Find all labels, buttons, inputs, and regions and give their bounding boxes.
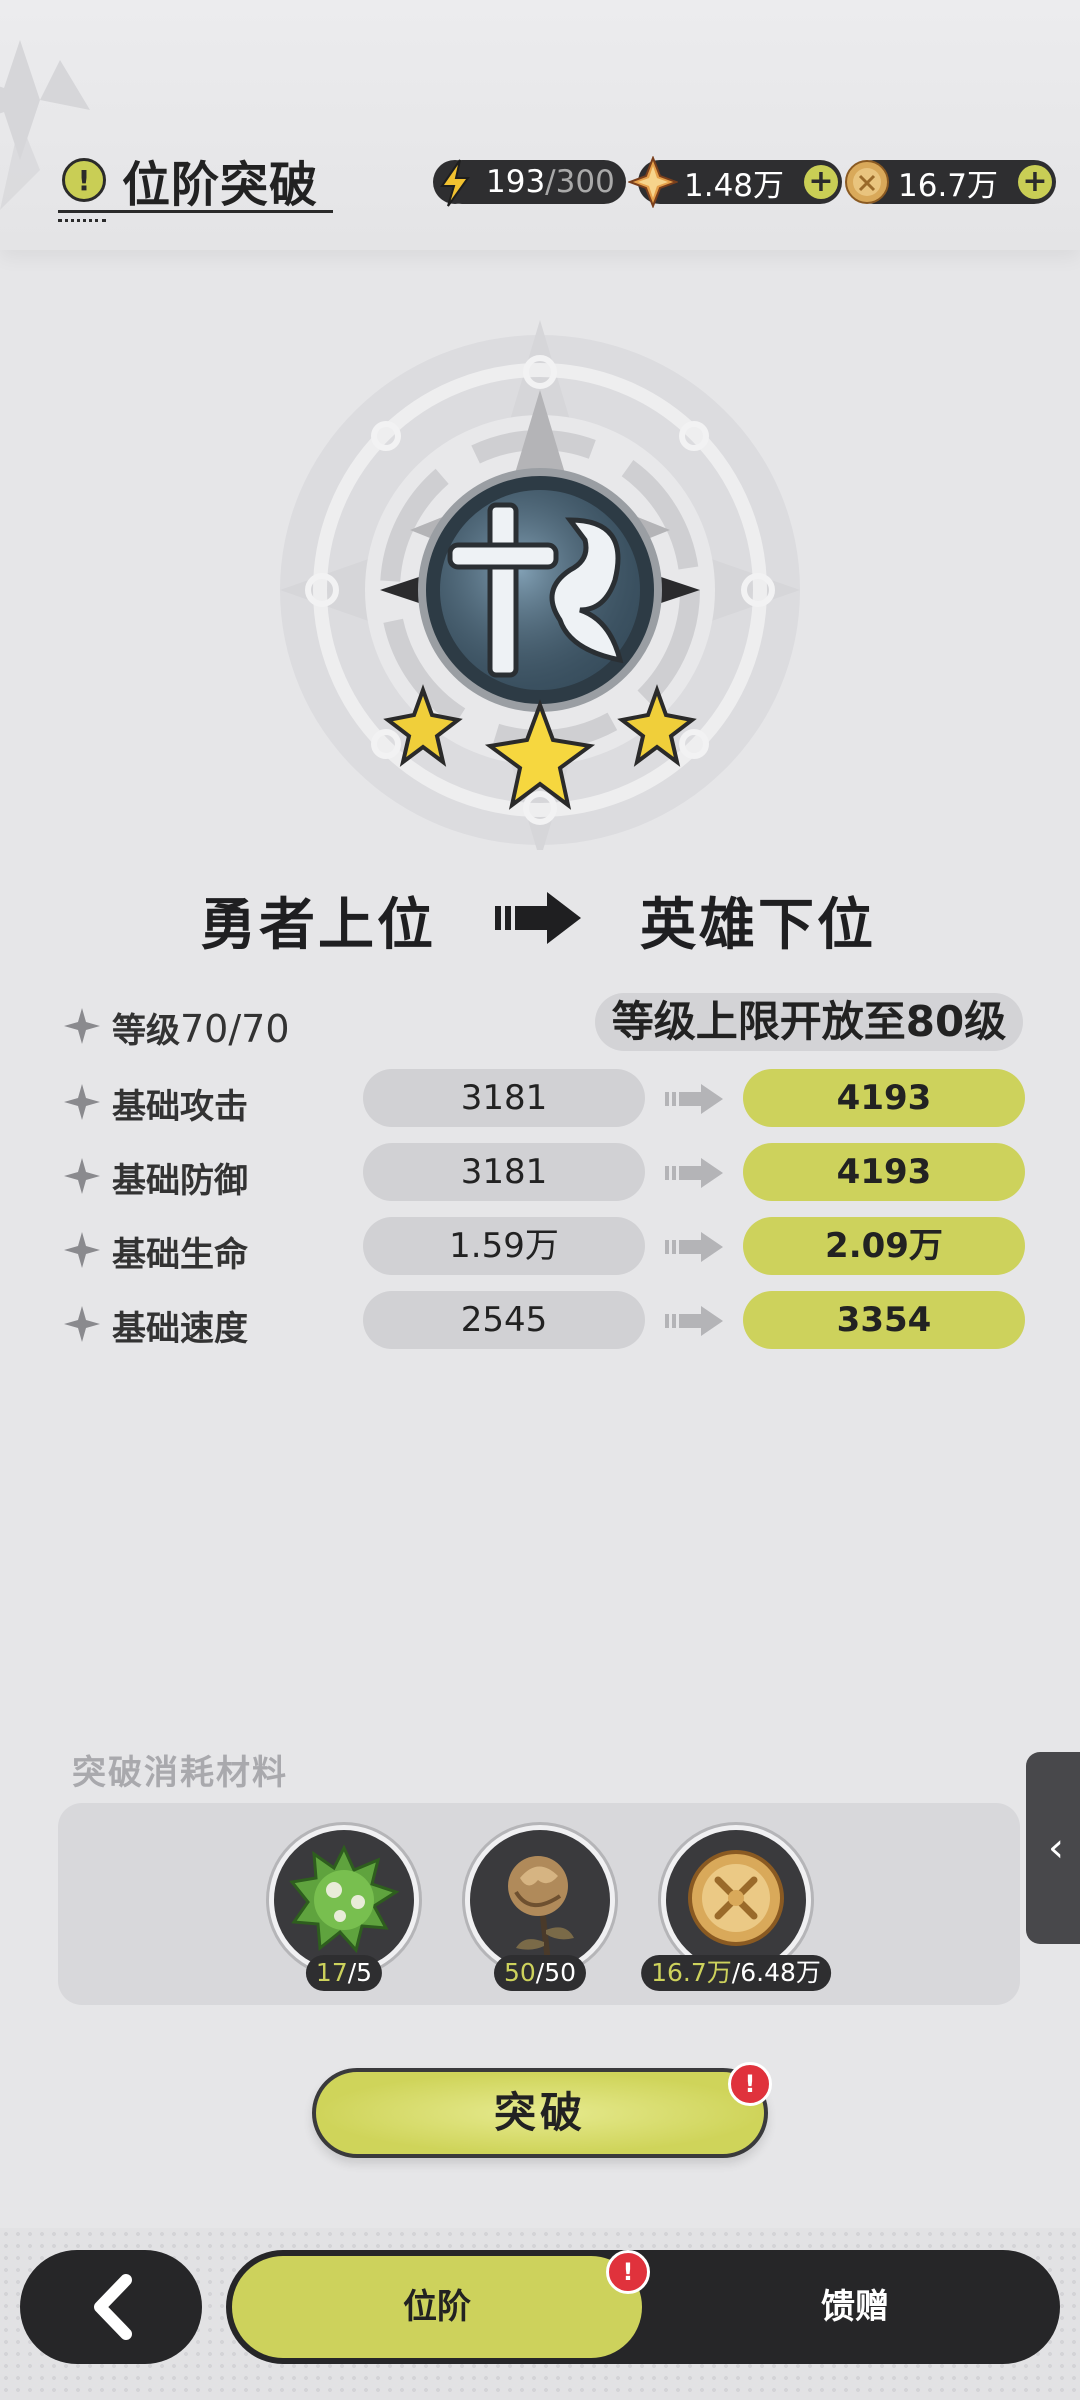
stat-row-defense: 基础防御 3181 4193 xyxy=(60,1143,1030,1205)
coin-icon xyxy=(845,160,889,204)
stat-row-speed: 基础速度 2545 3354 xyxy=(60,1291,1030,1353)
sparkle-icon xyxy=(64,1084,100,1120)
stat-new-value: 4193 xyxy=(743,1069,1025,1127)
gold-coin-icon xyxy=(688,1850,784,1946)
next-rank: 英雄下位 xyxy=(640,893,876,958)
sparkle-icon xyxy=(64,1232,100,1268)
material-item[interactable]: 17/5 xyxy=(264,1825,424,1995)
material-count: 50/50 xyxy=(493,1955,587,1991)
stat-old-value: 3181 xyxy=(363,1069,645,1127)
alert-badge-icon: ! xyxy=(606,2250,650,2294)
title-dots xyxy=(58,219,106,222)
info-icon[interactable]: ! xyxy=(62,158,106,202)
rank-emblem xyxy=(280,320,800,850)
title-underline xyxy=(58,210,333,213)
top-header: ! 位阶突破 193/300 1.48万 + 16.7万 + xyxy=(0,0,1080,250)
materials-heading: 突破消耗材料 xyxy=(72,1753,288,1793)
stat-old-value: 3181 xyxy=(363,1143,645,1201)
page-title: 位阶突破 xyxy=(122,157,319,213)
tab-gift[interactable]: 馈赠 xyxy=(656,2256,1054,2358)
material-item[interactable]: 16.7万/6.48万 xyxy=(641,1825,831,1995)
stat-new-value: 4193 xyxy=(743,1143,1025,1201)
breakthrough-button[interactable]: 突破 xyxy=(312,2068,768,2158)
stat-label: 基础速度 xyxy=(112,1309,248,1349)
crystal-counter: 1.48万 + xyxy=(628,156,842,208)
material-count: 17/5 xyxy=(305,1955,383,1991)
material-item[interactable]: 50/50 xyxy=(460,1825,620,1995)
sparkle-icon xyxy=(64,1306,100,1342)
material-count: 16.7万/6.48万 xyxy=(641,1955,831,1991)
chevron-left-icon xyxy=(94,2274,132,2340)
level-label: 等级 xyxy=(112,1011,180,1051)
stat-new-value: 2.09万 xyxy=(743,1217,1025,1275)
level-cap-note: 等级上限开放至80级 xyxy=(595,993,1023,1051)
stat-row-hp: 基础生命 1.59万 2.09万 xyxy=(60,1217,1030,1279)
stat-label: 基础防御 xyxy=(112,1161,248,1201)
alert-badge-icon: ! xyxy=(728,2062,772,2106)
level-row: 等级70/70 等级上限开放至80级 xyxy=(60,993,1030,1055)
arrow-right-icon xyxy=(665,1158,723,1188)
green-spiked-orb-icon xyxy=(289,1844,400,1954)
stat-old-value: 2545 xyxy=(363,1291,645,1349)
level-value: 70/70 xyxy=(180,1007,290,1051)
crystal-value: 1.48万 xyxy=(684,167,785,204)
crystal-icon xyxy=(628,156,678,208)
add-crystal-button[interactable]: + xyxy=(804,165,838,199)
arrow-right-icon xyxy=(665,1232,723,1262)
coin-value: 16.7万 xyxy=(898,167,999,204)
tab-rank[interactable]: 位阶 xyxy=(232,2256,642,2358)
add-coin-button[interactable]: + xyxy=(1018,165,1052,199)
energy-counter: 193/300 xyxy=(433,159,626,207)
energy-current: 193 xyxy=(486,164,546,200)
side-panel-toggle[interactable]: ‹ xyxy=(1026,1752,1080,1944)
rank-transition: 勇者上位 英雄下位 xyxy=(0,880,1080,960)
stat-label: 基础攻击 xyxy=(112,1087,248,1127)
breakthrough-label: 突破 xyxy=(493,2088,586,2137)
coin-counter: 16.7万 + xyxy=(845,160,1056,204)
stat-label: 基础生命 xyxy=(112,1235,248,1275)
sparkle-icon xyxy=(64,1158,100,1194)
arrow-right-icon xyxy=(495,892,581,944)
bronze-rose-icon xyxy=(508,1856,574,1963)
chevron-left-icon: ‹ xyxy=(1048,1825,1064,1871)
energy-max: /300 xyxy=(545,164,615,200)
arrow-right-icon xyxy=(665,1306,723,1336)
stat-new-value: 3354 xyxy=(743,1291,1025,1349)
current-rank: 勇者上位 xyxy=(200,893,436,958)
sparkle-icon xyxy=(64,1008,100,1044)
page-title-group: ! 位阶突破 xyxy=(62,150,318,213)
lightning-icon xyxy=(433,159,477,207)
arrow-right-icon xyxy=(665,1084,723,1114)
back-button[interactable] xyxy=(20,2250,202,2364)
stat-old-value: 1.59万 xyxy=(363,1217,645,1275)
stat-row-attack: 基础攻击 3181 4193 xyxy=(60,1069,1030,1131)
